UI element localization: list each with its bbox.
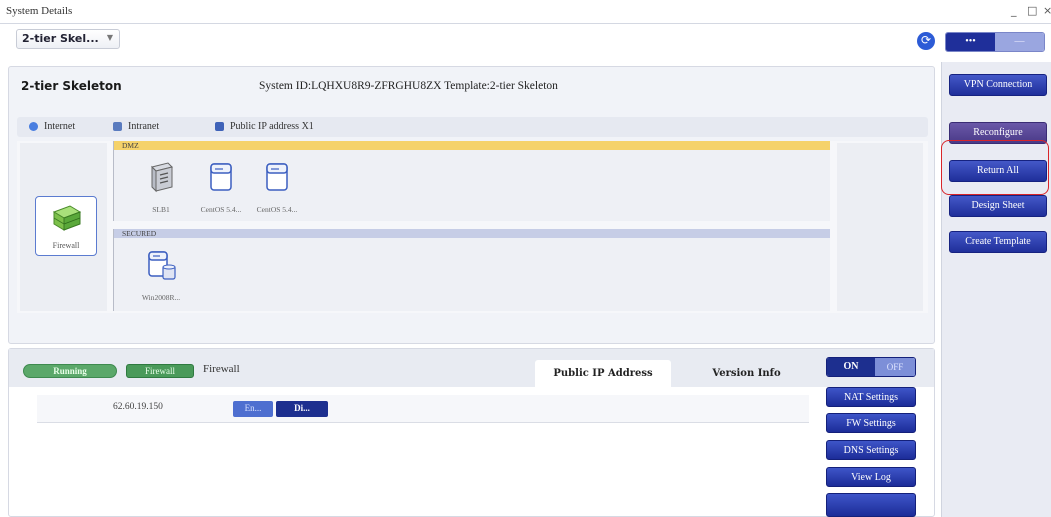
system-dropdown-value: 2-tier Skel... — [22, 32, 99, 45]
view-log-button[interactable]: View Log — [826, 467, 916, 487]
dns-settings-button[interactable]: DNS Settings — [826, 440, 916, 460]
dmz-zone-label: DMZ — [114, 141, 830, 150]
type-badge: Firewall — [126, 364, 194, 378]
close-button[interactable]: × — [1043, 4, 1051, 17]
windows-node-label: Win2008R... — [141, 293, 181, 302]
outer-network-column — [837, 143, 923, 311]
globe-icon — [29, 122, 38, 131]
centos-node-1[interactable]: CentOS 5.4... — [198, 161, 244, 214]
action-sidebar: VPN Connection Reconfigure Return All De… — [941, 62, 1051, 517]
chevron-down-icon: ▼ — [106, 33, 113, 42]
system-dropdown[interactable]: 2-tier Skel... ▼ — [16, 29, 120, 49]
view-toggle-right[interactable]: — — [995, 33, 1044, 51]
firewall-node[interactable]: Firewall — [35, 196, 97, 256]
system-id-text: System ID:LQHXU8R9-ZFRGHU8ZX Template:2-… — [259, 80, 558, 92]
secured-zone-label: SECURED — [114, 229, 830, 238]
highlight-outline — [941, 140, 1049, 195]
toolbar-row: 2-tier Skel... ▼ ⟳ ••• — — [0, 26, 1051, 62]
more-action-button[interactable] — [826, 493, 916, 517]
power-on-option[interactable]: ON — [827, 358, 875, 376]
system-diagram-panel: 2-tier Skeleton System ID:LQHXU8R9-ZFRGH… — [8, 66, 935, 344]
server-with-disk-icon — [148, 251, 176, 280]
disable-button[interactable]: Di... — [276, 401, 328, 417]
system-name: 2-tier Skeleton — [21, 79, 122, 93]
network-legend: Internet Intranet Public IP address X1 — [17, 117, 928, 137]
centos-node-2[interactable]: CentOS 5.4... — [254, 161, 300, 214]
view-toggle-left[interactable]: ••• — [946, 33, 995, 51]
legend-internet: Internet — [29, 121, 75, 132]
nat-settings-button[interactable]: NAT Settings — [826, 387, 916, 407]
dmz-zone: DMZ SLB1 CentOS 5.4... CentOS 5.4... — [113, 141, 830, 221]
slb-node-label: SLB1 — [152, 205, 170, 214]
node-name: Firewall — [203, 363, 240, 375]
fw-settings-button[interactable]: FW Settings — [826, 413, 916, 433]
refresh-icon[interactable]: ⟳ — [917, 32, 935, 50]
firewall-column: Firewall — [20, 143, 107, 311]
tab-public-ip-address[interactable]: Public IP Address — [535, 360, 671, 387]
create-template-button[interactable]: Create Template — [949, 231, 1047, 253]
power-off-option[interactable]: OFF — [875, 358, 915, 376]
load-balancer-icon — [151, 162, 173, 193]
firewall-node-label: Firewall — [52, 241, 80, 250]
legend-intranet: Intranet — [113, 121, 159, 132]
enable-button[interactable]: En... — [233, 401, 273, 417]
centos-node-1-label: CentOS 5.4... — [200, 205, 242, 214]
legend-public-ip: Public IP address X1 — [215, 121, 314, 132]
node-detail-header: Running Firewall Firewall Public IP Addr… — [9, 349, 934, 387]
vpn-connection-button[interactable]: VPN Connection — [949, 74, 1047, 96]
view-toggle[interactable]: ••• — — [945, 32, 1045, 52]
windows-node[interactable]: Win2008R... — [138, 249, 184, 302]
status-badge: Running — [23, 364, 117, 378]
ip-address-icon — [215, 122, 224, 131]
topology-canvas: Firewall DMZ SLB1 CentOS 5.4... CentOS 5… — [17, 141, 928, 313]
ip-address-value: 62.60.19.150 — [113, 402, 163, 412]
minimize-button[interactable]: _ — [1011, 4, 1017, 17]
ip-table-row: 62.60.19.150 En... Di... — [37, 395, 809, 423]
slb-node[interactable]: SLB1 — [138, 161, 184, 214]
centos-node-2-label: CentOS 5.4... — [256, 205, 298, 214]
design-sheet-button[interactable]: Design Sheet — [949, 195, 1047, 217]
tab-version-info[interactable]: Version Info — [673, 360, 820, 387]
secured-zone: SECURED Win2008R... — [113, 229, 830, 311]
node-detail-panel: Running Firewall Firewall Public IP Addr… — [8, 348, 935, 517]
power-toggle[interactable]: ON OFF — [826, 357, 916, 377]
server-icon — [266, 163, 288, 191]
building-icon — [113, 122, 122, 131]
window-title: System Details — [6, 5, 73, 17]
maximize-button[interactable]: □ — [1027, 4, 1037, 17]
firewall-icon — [52, 205, 82, 231]
server-icon — [210, 163, 232, 191]
window-titlebar: System Details _ □ × — [0, 0, 1051, 24]
